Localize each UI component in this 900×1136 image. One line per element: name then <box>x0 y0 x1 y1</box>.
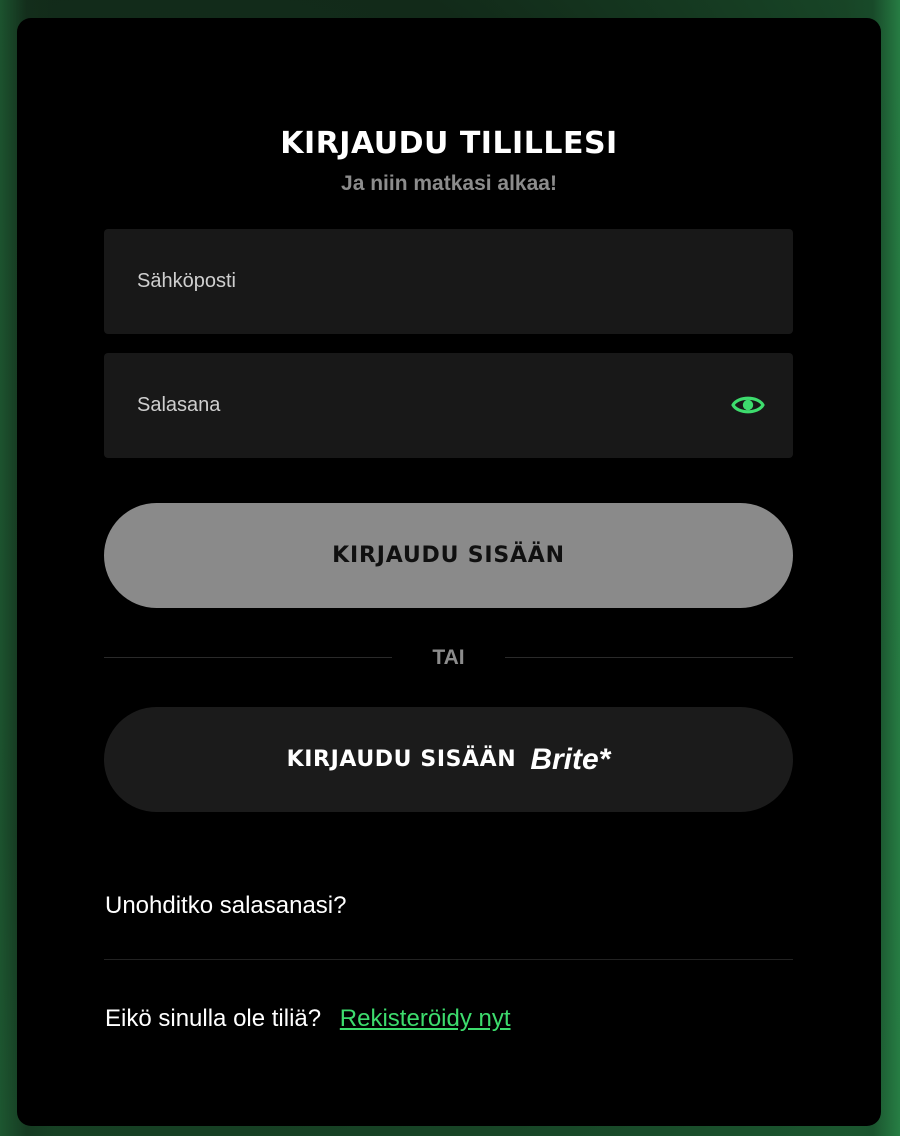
brite-logo: Brite* <box>530 742 611 776</box>
divider-line-right <box>505 657 793 658</box>
email-field[interactable]: Sähköposti <box>104 229 793 334</box>
password-field-label: Salasana <box>137 394 221 416</box>
no-account-text: Eikö sinulla ole tiliä? <box>105 1005 322 1032</box>
page-title: KIRJAUDU TILILLESI <box>280 126 618 161</box>
or-divider: TAI <box>104 640 793 676</box>
login-card: KIRJAUDU TILILLESI Ja niin matkasi alkaa… <box>17 18 881 1126</box>
register-link[interactable]: Rekisteröidy nyt <box>340 1005 511 1032</box>
email-field-label: Sähköposti <box>137 270 236 292</box>
login-button[interactable]: KIRJAUDU SISÄÄN <box>104 503 793 608</box>
signup-row: Eikö sinulla ole tiliä? Rekisteröidy nyt <box>105 1003 511 1035</box>
or-divider-text: TAI <box>432 646 465 669</box>
page-subtitle: Ja niin matkasi alkaa! <box>341 172 557 195</box>
forgot-password-link[interactable]: Unohditko salasanasi? <box>105 890 347 922</box>
brite-login-button[interactable]: KIRJAUDU SISÄÄN Brite* <box>104 707 793 812</box>
brite-button-label: KIRJAUDU SISÄÄN <box>286 747 517 772</box>
eye-icon[interactable] <box>731 390 765 420</box>
password-field[interactable]: Salasana <box>104 353 793 458</box>
login-button-label: KIRJAUDU SISÄÄN <box>332 543 565 568</box>
separator <box>104 959 793 960</box>
